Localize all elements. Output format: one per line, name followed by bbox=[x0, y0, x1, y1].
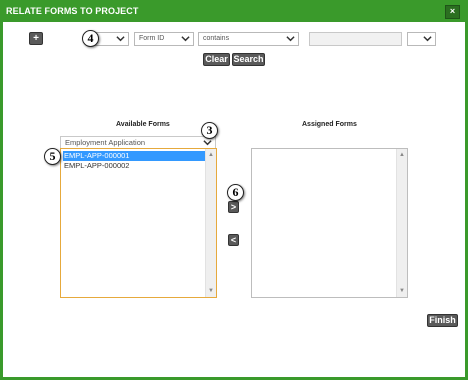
dialog-title: RELATE FORMS TO PROJECT bbox=[6, 6, 139, 16]
field-select-value: Form ID bbox=[139, 35, 165, 42]
chevron-down-icon bbox=[286, 36, 295, 42]
add-criteria-button[interactable]: + bbox=[29, 32, 43, 45]
assigned-forms-list[interactable]: ▲ ▼ bbox=[251, 148, 408, 298]
chevron-down-icon bbox=[423, 36, 432, 42]
callout-badge: 4 bbox=[82, 30, 99, 47]
search-value-input[interactable] bbox=[309, 32, 402, 46]
assigned-forms-heading: Assigned Forms bbox=[302, 121, 357, 128]
available-form-item[interactable]: EMPL-APP-000002 bbox=[63, 161, 205, 171]
available-form-item[interactable]: EMPL-APP-000001 bbox=[63, 151, 205, 161]
available-forms-heading: Available Forms bbox=[116, 121, 170, 128]
logic-select[interactable] bbox=[94, 32, 129, 46]
callout-badge: 3 bbox=[201, 122, 218, 139]
scroll-down-icon[interactable]: ▼ bbox=[399, 288, 405, 294]
scroll-up-icon[interactable]: ▲ bbox=[399, 152, 405, 158]
chevron-down-icon bbox=[116, 36, 125, 42]
operator-select[interactable]: contains bbox=[198, 32, 299, 46]
scroll-down-icon[interactable]: ▼ bbox=[208, 288, 214, 294]
unassign-button[interactable]: < bbox=[228, 234, 239, 246]
finish-button[interactable]: Finish bbox=[427, 314, 458, 327]
available-list-scrollbar[interactable]: ▲ ▼ bbox=[205, 149, 216, 297]
assign-button[interactable]: > bbox=[228, 201, 239, 213]
extra-select[interactable] bbox=[407, 32, 436, 46]
field-select[interactable]: Form ID bbox=[134, 32, 194, 46]
close-button[interactable]: × bbox=[445, 5, 460, 19]
chevron-down-icon bbox=[203, 140, 212, 146]
clear-button[interactable]: Clear bbox=[203, 53, 230, 66]
callout-badge: 6 bbox=[227, 184, 244, 201]
operator-select-value: contains bbox=[203, 35, 230, 42]
assigned-list-scrollbar[interactable]: ▲ ▼ bbox=[396, 149, 407, 297]
dialog-titlebar: RELATE FORMS TO PROJECT × bbox=[0, 0, 468, 22]
chevron-down-icon bbox=[181, 36, 190, 42]
scroll-up-icon[interactable]: ▲ bbox=[208, 152, 214, 158]
callout-badge: 5 bbox=[44, 148, 61, 165]
available-forms-list[interactable]: EMPL-APP-000001 EMPL-APP-000002 ▲ ▼ bbox=[60, 148, 217, 298]
search-button[interactable]: Search bbox=[232, 53, 265, 66]
form-category-value: Employment Application bbox=[65, 138, 146, 147]
